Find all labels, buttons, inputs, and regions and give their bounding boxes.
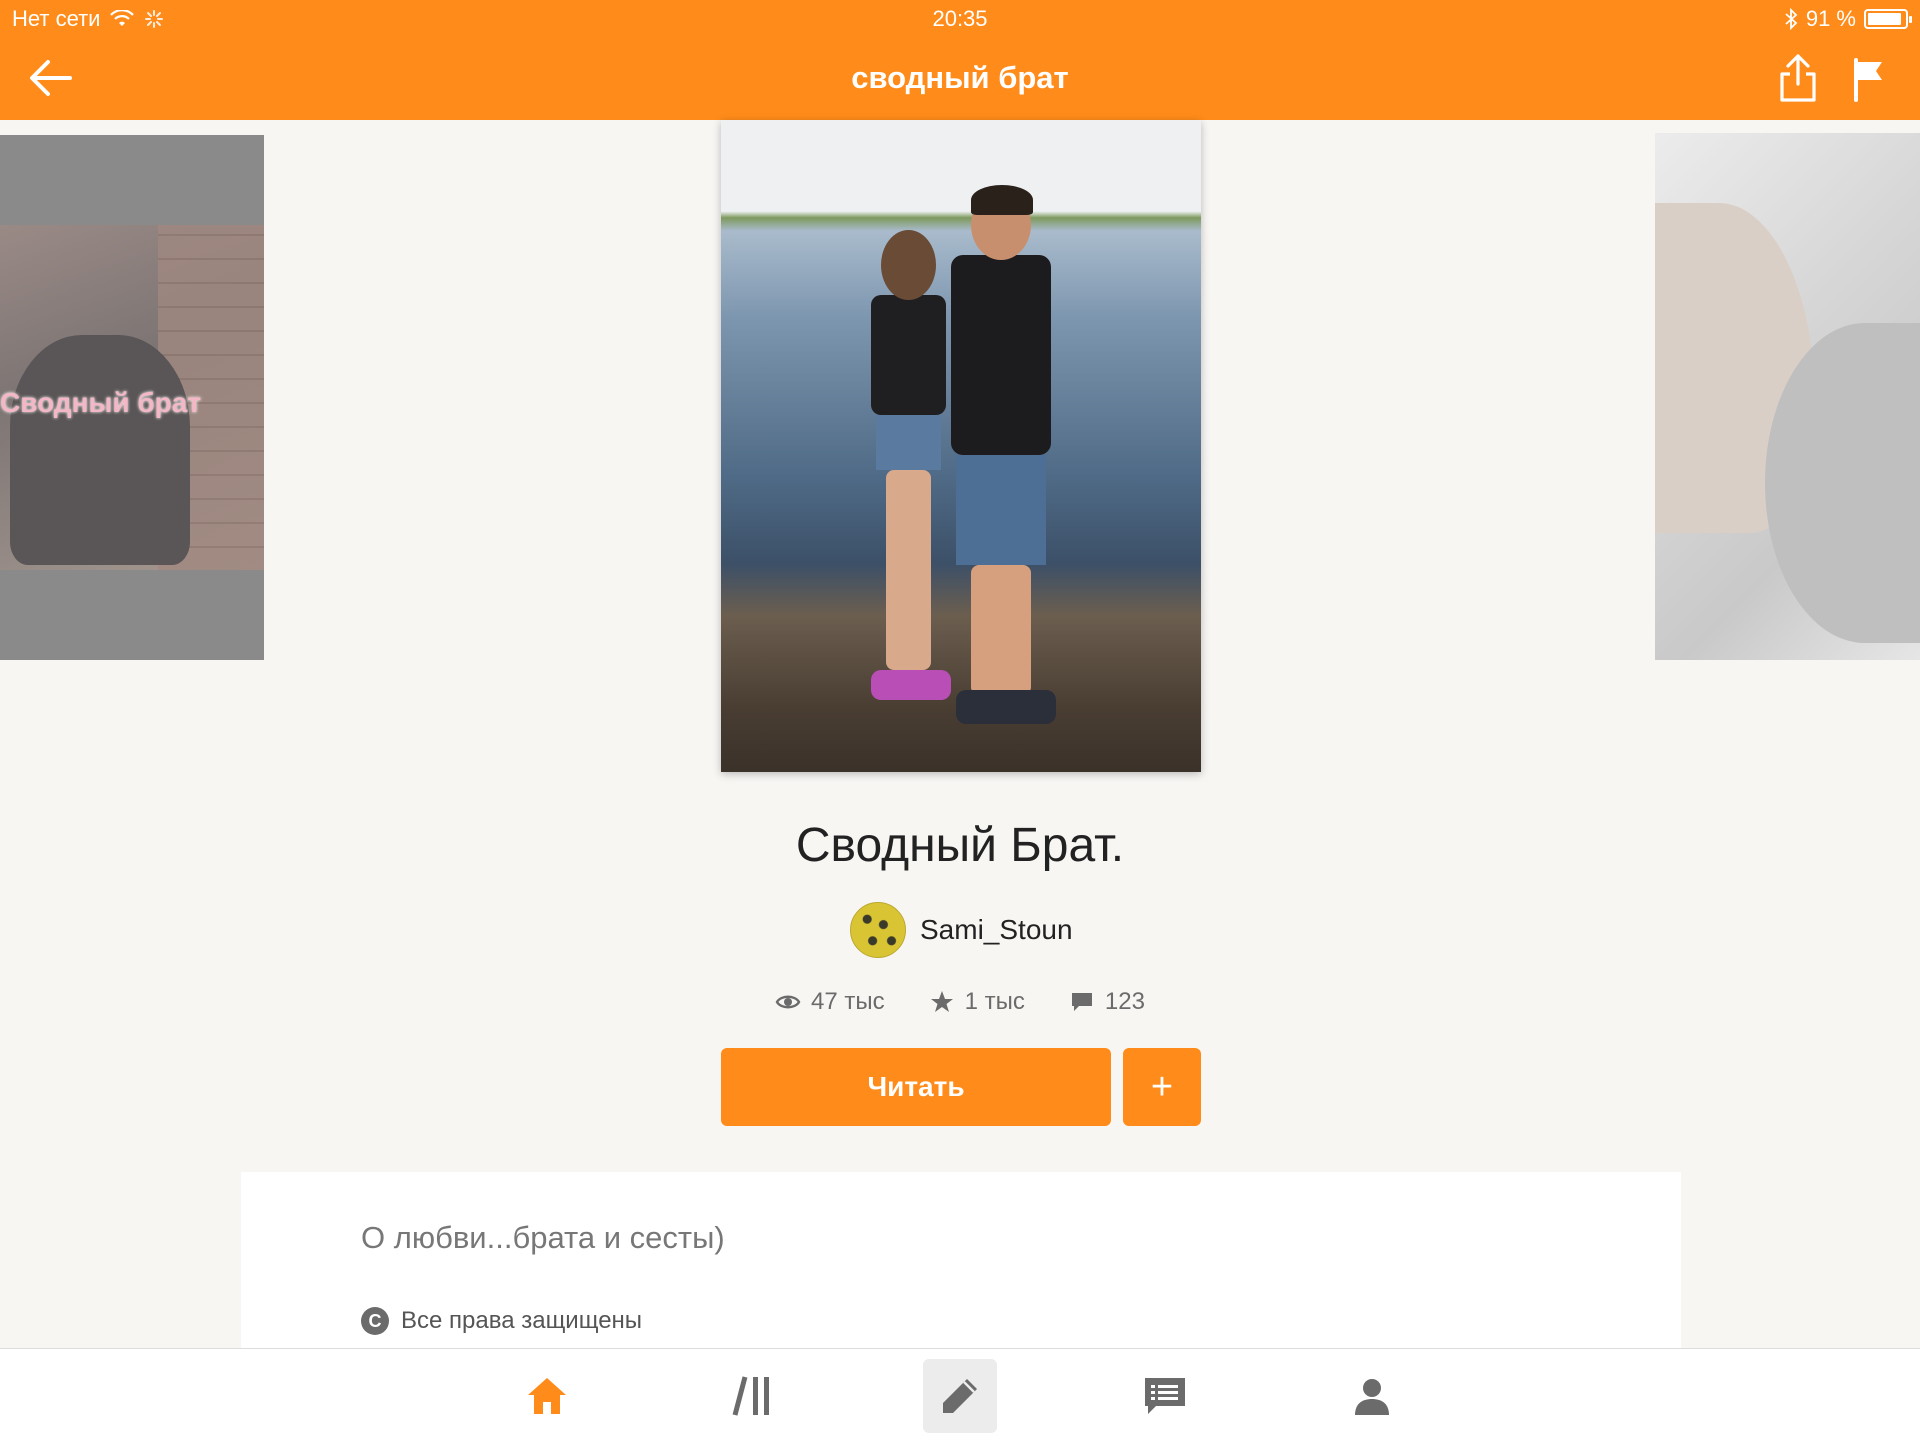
tab-library[interactable] [717,1359,791,1433]
previous-story-cover[interactable]: Сводный брат [0,135,264,660]
next-story-cover[interactable] [1655,133,1920,660]
comments-count: 123 [1104,988,1145,1015]
author-link[interactable]: Sami_Stoun [850,902,1073,958]
add-to-library-button[interactable]: + [1123,1048,1201,1126]
app-header: Нет сети 20:35 91 % сводный брат [0,0,1920,120]
messages-icon [1145,1378,1185,1414]
story-cover[interactable] [721,120,1201,772]
comments-stat: 123 [1069,988,1145,1016]
tab-home[interactable] [510,1359,584,1433]
pencil-icon [943,1379,977,1413]
cover-figure [936,185,1056,730]
avatar[interactable] [850,902,906,958]
story-stats: 47 тыс 1 тыс 123 [0,988,1920,1016]
cover-overlay-text: Сводный брат [0,387,202,418]
battery-percent: 91 % [1805,6,1856,31]
cover-figure [871,230,951,710]
author-name[interactable]: Sami_Stoun [920,914,1073,946]
cover-band [0,570,264,660]
battery-icon [1864,9,1912,29]
votes-count: 1 тыс [964,988,1025,1015]
copyright-line: C Все права защищены [361,1307,642,1335]
tab-messages[interactable] [1128,1359,1202,1433]
status-time: 20:35 [932,6,988,31]
read-button[interactable]: Читать [721,1048,1111,1126]
comment-icon [1071,993,1092,1011]
bluetooth-icon [1785,8,1798,30]
battery-level [1868,13,1901,25]
page-title: сводный брат [851,60,1069,95]
library-icon [732,1376,769,1416]
copyright-text: Все права защищены [401,1307,643,1334]
votes-stat: 1 тыс [929,988,1025,1016]
profile-icon [1355,1379,1389,1415]
star-icon [930,991,953,1012]
tab-bar [0,1348,1920,1440]
copyright-icon: C [361,1307,389,1335]
views-count: 47 тыс [811,988,885,1015]
flag-icon[interactable] [1850,56,1888,102]
story-description: О любви...брата и сесты) [361,1220,725,1255]
tab-profile[interactable] [1335,1359,1409,1433]
tab-write[interactable] [923,1359,997,1433]
description-card: О любви...брата и сесты) C Все права защ… [241,1172,1681,1348]
home-icon [528,1378,566,1414]
views-stat: 47 тыс [775,988,885,1016]
status-right: 91 % [1784,6,1912,32]
eye-icon [775,995,801,1009]
cover-band [0,135,264,225]
story-title: Сводный Брат. [795,819,1125,872]
share-icon[interactable] [1776,52,1820,104]
navigation-bar: сводный брат [0,38,1920,120]
status-bar: Нет сети 20:35 91 % [0,0,1920,38]
